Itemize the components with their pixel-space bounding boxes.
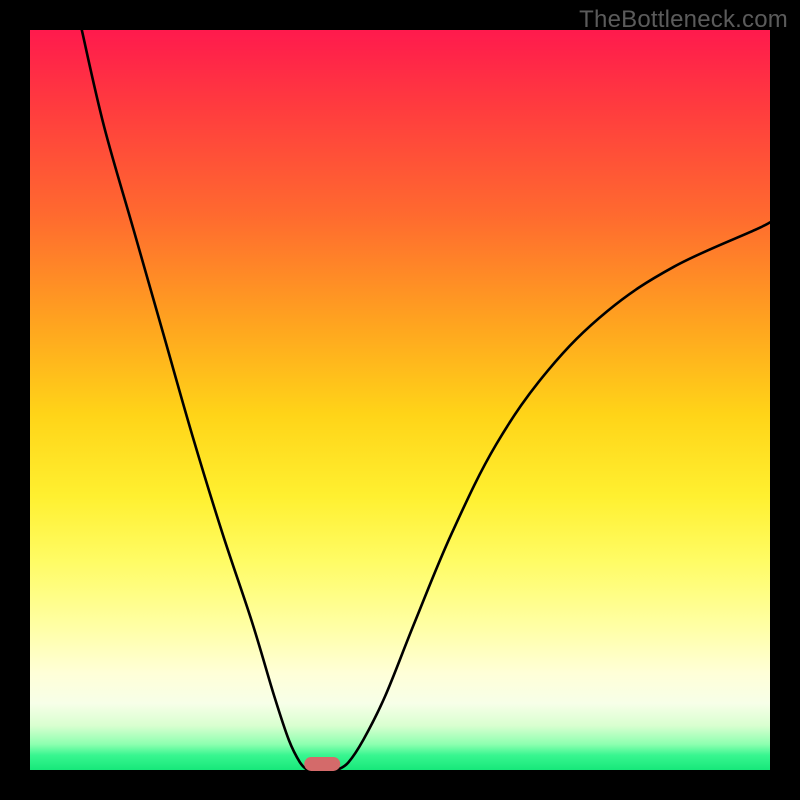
watermark-text: TheBottleneck.com — [579, 6, 788, 34]
plot-area — [30, 30, 770, 770]
chart-frame: TheBottleneck.com — [0, 0, 800, 800]
bottleneck-marker — [305, 757, 341, 771]
curve-left — [82, 30, 308, 770]
curve-right — [337, 222, 770, 770]
curve-svg — [30, 30, 770, 770]
